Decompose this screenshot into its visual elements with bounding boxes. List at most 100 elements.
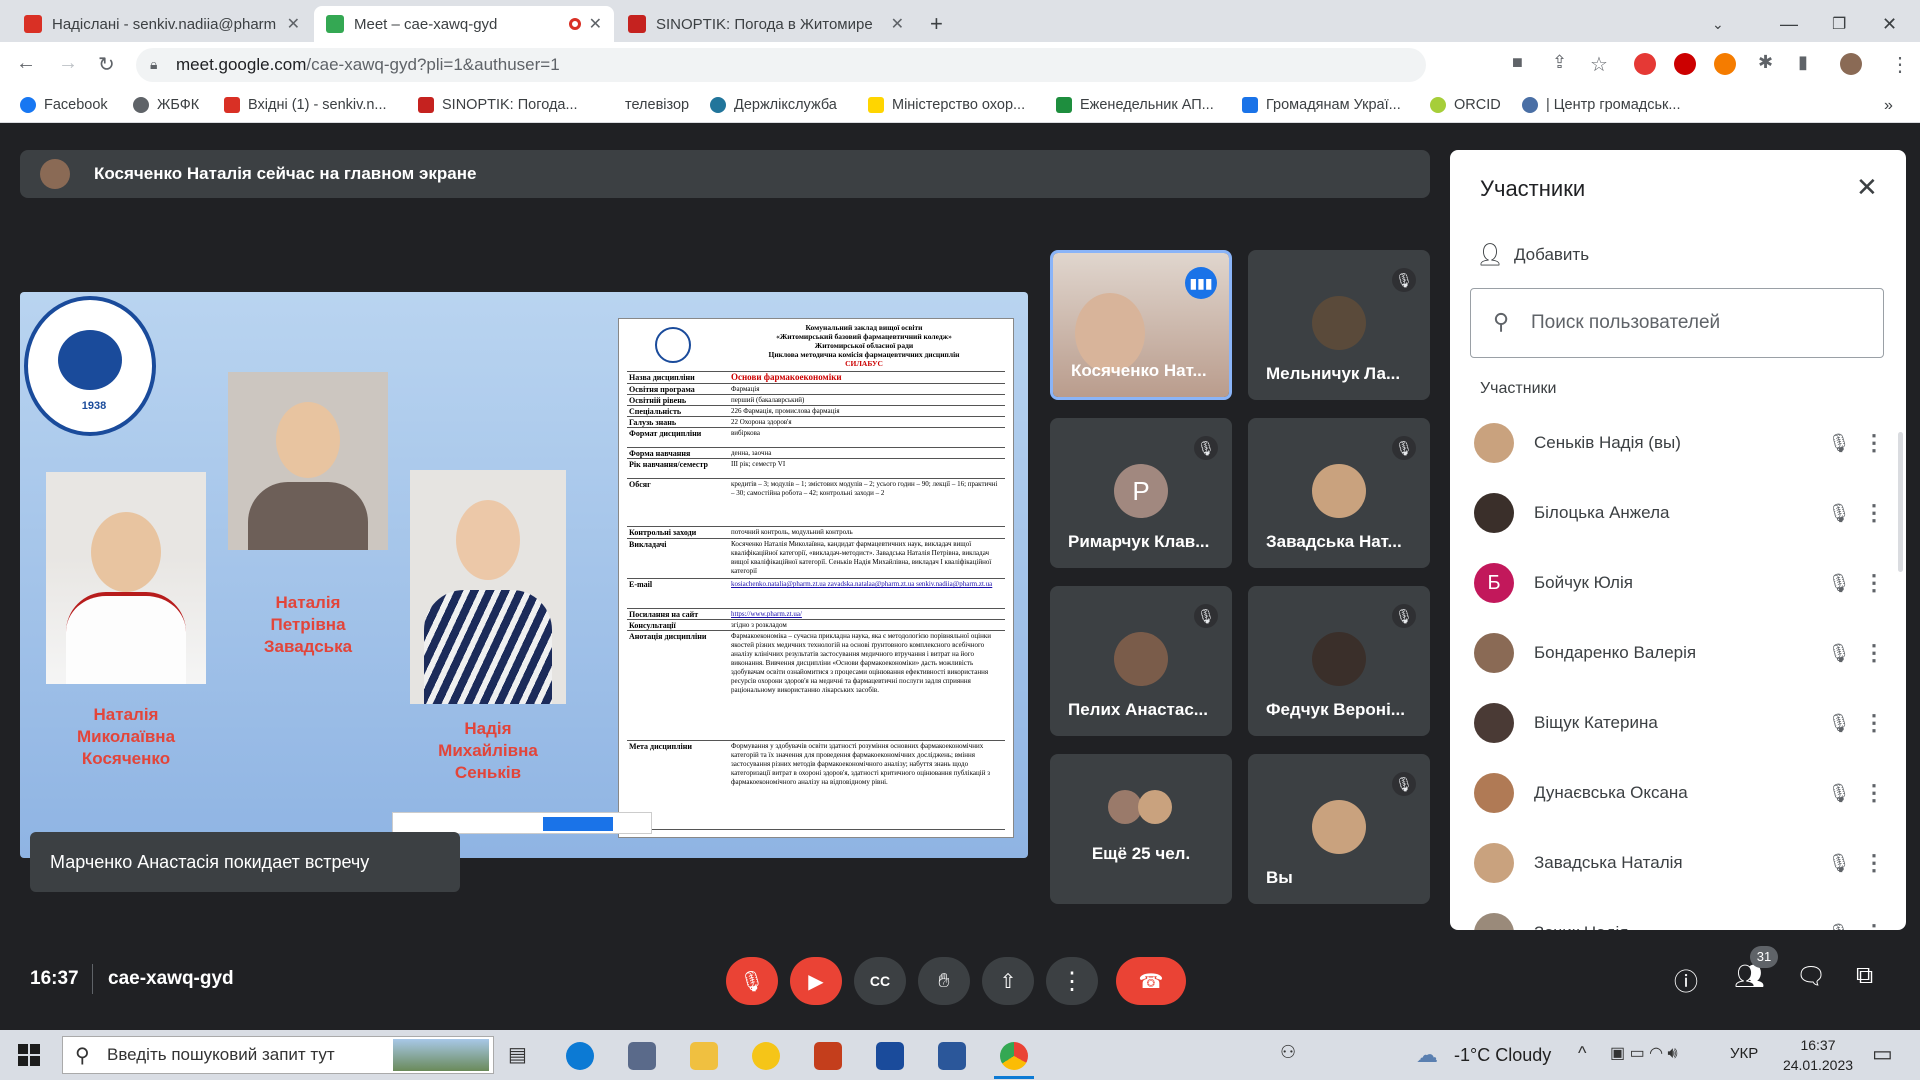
minimize-button[interactable]: — xyxy=(1768,6,1810,42)
profile-avatar[interactable] xyxy=(1840,53,1862,75)
bookmark-item[interactable]: Громадянам Украї... xyxy=(1242,97,1401,113)
search-people-input[interactable]: ⚲ Поиск пользователей xyxy=(1470,288,1884,358)
raise-hand-button[interactable]: ✋︎ xyxy=(918,957,970,1005)
more-options-icon[interactable]: ⋮ xyxy=(1854,920,1894,930)
share-icon[interactable]: ⇪ xyxy=(1552,52,1567,73)
participant-tile[interactable]: 🎙︎ Пелих Анастас... xyxy=(1050,586,1232,736)
participant-row[interactable]: Білоцька Анжела 🎙︎ ⋮ xyxy=(1474,478,1894,548)
taskbar-search-input[interactable]: ⚲ Введіть пошуковий запит тут xyxy=(62,1036,494,1074)
add-people-button[interactable]: 👤︎ Добавить xyxy=(1476,242,1589,268)
more-options-icon[interactable]: ⋮ xyxy=(1854,850,1894,876)
puzzle-icon[interactable]: ✱ xyxy=(1758,52,1773,73)
language-indicator[interactable]: УКР xyxy=(1730,1045,1758,1062)
browser-tab-gmail[interactable]: Надіслані - senkiv.nadiia@pharm ✕ xyxy=(12,6,312,42)
mic-off-icon[interactable]: 🎙︎ xyxy=(1824,713,1854,734)
bookmark-item[interactable]: телевізор xyxy=(625,97,689,113)
mic-off-icon[interactable]: 🎙︎ xyxy=(1824,923,1854,931)
bookmark-item[interactable]: ORCID xyxy=(1430,97,1501,113)
camera-icon[interactable]: ■ xyxy=(1512,52,1523,73)
participant-tile[interactable]: 🎙︎ Завадська Нат... xyxy=(1248,418,1430,568)
mic-off-icon[interactable]: 🎙︎ xyxy=(1824,503,1854,524)
mic-off-icon[interactable]: 🎙︎ xyxy=(1824,783,1854,804)
chat-icon[interactable]: 🗨︎ xyxy=(1796,962,1826,991)
extension-icon[interactable] xyxy=(1714,53,1736,75)
more-options-icon[interactable]: ⋮ xyxy=(1854,430,1894,456)
participant-row[interactable]: Завадська Наталія 🎙︎ ⋮ xyxy=(1474,828,1894,898)
task-view-icon[interactable]: ▤ xyxy=(508,1042,536,1070)
close-tab-icon[interactable]: ✕ xyxy=(287,14,300,34)
bookmark-item[interactable]: SINOPTIK: Погода... xyxy=(418,97,578,113)
address-bar[interactable]: 🔒︎ meet.google.com/cae-xawq-gyd?pli=1&au… xyxy=(136,48,1426,82)
mic-off-icon[interactable]: 🎙︎ xyxy=(1824,433,1854,454)
browser-tab-meet[interactable]: Meet – cae-xawq-gyd ✕ xyxy=(314,6,614,42)
side-panel-icon[interactable]: ▮ xyxy=(1798,52,1808,73)
back-icon[interactable]: ← xyxy=(16,52,36,75)
bookmark-item[interactable]: Facebook xyxy=(20,97,108,113)
tray-icons[interactable]: ▣ ▭ ◠ 🔊︎ xyxy=(1610,1043,1678,1063)
chrome-icon[interactable] xyxy=(1000,1042,1028,1070)
menu-icon[interactable]: ⋮ xyxy=(1890,52,1910,77)
file-explorer-icon[interactable] xyxy=(690,1042,718,1070)
app-icon[interactable] xyxy=(628,1042,656,1070)
bookmark-star-icon[interactable]: ☆ xyxy=(1590,52,1608,77)
word-icon[interactable] xyxy=(938,1042,966,1070)
participant-tile[interactable]: 🎙︎ Федчук Вероні... xyxy=(1248,586,1430,736)
activities-icon[interactable]: ⧉ xyxy=(1856,962,1873,990)
captions-button[interactable]: CC xyxy=(854,957,906,1005)
bookmark-item[interactable]: Еженедельник АП... xyxy=(1056,97,1214,113)
panel-scrollbar[interactable] xyxy=(1898,432,1903,572)
more-options-icon[interactable]: ⋮ xyxy=(1854,640,1894,666)
close-panel-icon[interactable]: ✕ xyxy=(1856,172,1878,203)
weather-text[interactable]: -1°C Cloudy xyxy=(1454,1045,1551,1066)
bookmark-item[interactable]: Вхідні (1) - senkiv.n... xyxy=(224,97,387,113)
edge-icon[interactable] xyxy=(566,1042,594,1070)
mic-off-icon[interactable]: 🎙︎ xyxy=(1824,643,1854,664)
reload-icon[interactable]: ↻ xyxy=(98,52,115,77)
more-options-icon[interactable]: ⋮ xyxy=(1854,500,1894,526)
bookmarks-more-button[interactable]: » xyxy=(1884,97,1893,115)
browser-tab-sinoptik[interactable]: SINOPTIK: Погода в Житомире ✕ xyxy=(616,6,916,42)
more-options-icon[interactable]: ⋮ xyxy=(1854,780,1894,806)
more-options-icon[interactable]: ⋮ xyxy=(1854,570,1894,596)
close-tab-icon[interactable]: ✕ xyxy=(891,14,904,34)
save-app-icon[interactable] xyxy=(876,1042,904,1070)
camera-toggle-button[interactable]: ▶︎ xyxy=(790,957,842,1005)
clock[interactable]: 16:37 24.01.2023 xyxy=(1778,1035,1858,1075)
self-tile[interactable]: 🎙︎ Вы xyxy=(1248,754,1430,904)
participant-row[interactable]: Дунаєвська Оксана 🎙︎ ⋮ xyxy=(1474,758,1894,828)
participant-row[interactable]: Бондаренко Валерія 🎙︎ ⋮ xyxy=(1474,618,1894,688)
more-options-icon[interactable]: ⋮ xyxy=(1854,710,1894,736)
present-button[interactable]: ⇧ xyxy=(982,957,1034,1005)
close-tab-icon[interactable]: ✕ xyxy=(589,14,602,34)
participant-row[interactable]: Віщук Катерина 🎙︎ ⋮ xyxy=(1474,688,1894,758)
bookmark-item[interactable]: | Центр громадськ... xyxy=(1522,97,1680,113)
end-call-button[interactable]: ☎︎ xyxy=(1116,957,1186,1005)
bookmark-item[interactable]: Міністерство охор... xyxy=(868,97,1025,113)
others-tile[interactable]: Ещё 25 чел. xyxy=(1050,754,1232,904)
participant-row[interactable]: Сеньків Надія (вы) 🎙︎ ⋮ xyxy=(1474,408,1894,478)
adblock-icon[interactable] xyxy=(1634,53,1656,75)
participant-tile[interactable]: 🎙︎ Мельничук Ла... xyxy=(1248,250,1430,400)
notifications-icon[interactable]: ▭ xyxy=(1872,1041,1893,1067)
opera-icon[interactable] xyxy=(1674,53,1696,75)
bookmark-item[interactable]: Держлікслужба xyxy=(710,97,837,113)
mic-off-icon[interactable]: 🎙︎ xyxy=(1824,853,1854,874)
participant-row[interactable]: Зачик Надія🎙︎⋮ xyxy=(1474,898,1894,930)
meeting-info-icon[interactable]: ⓘ xyxy=(1674,962,1698,997)
participant-tile[interactable]: ▮▮▮ Косяченко Нат... xyxy=(1050,250,1232,400)
app-icon[interactable] xyxy=(752,1042,780,1070)
people-taskbar-icon[interactable]: ⚇ xyxy=(1280,1042,1308,1070)
bookmark-item[interactable]: ЖБФК xyxy=(133,97,199,113)
forward-icon[interactable]: → xyxy=(58,52,78,75)
windows-start-icon[interactable] xyxy=(18,1044,40,1066)
close-window-button[interactable]: ✕ xyxy=(1870,6,1909,42)
mic-off-icon[interactable]: 🎙︎ xyxy=(1824,573,1854,594)
tray-chevron-icon[interactable]: ^ xyxy=(1578,1043,1586,1064)
participant-row[interactable]: Б Бойчук Юлія 🎙︎ ⋮ xyxy=(1474,548,1894,618)
maximize-button[interactable]: ❐ xyxy=(1820,6,1858,42)
participant-tile[interactable]: Р 🎙︎ Римарчук Клав... xyxy=(1050,418,1232,568)
mic-toggle-button[interactable]: 🎙︎ xyxy=(726,957,778,1005)
tab-search-icon[interactable]: ⌄ xyxy=(1700,6,1736,42)
powerpoint-icon[interactable] xyxy=(814,1042,842,1070)
new-tab-button[interactable]: + xyxy=(918,6,958,42)
